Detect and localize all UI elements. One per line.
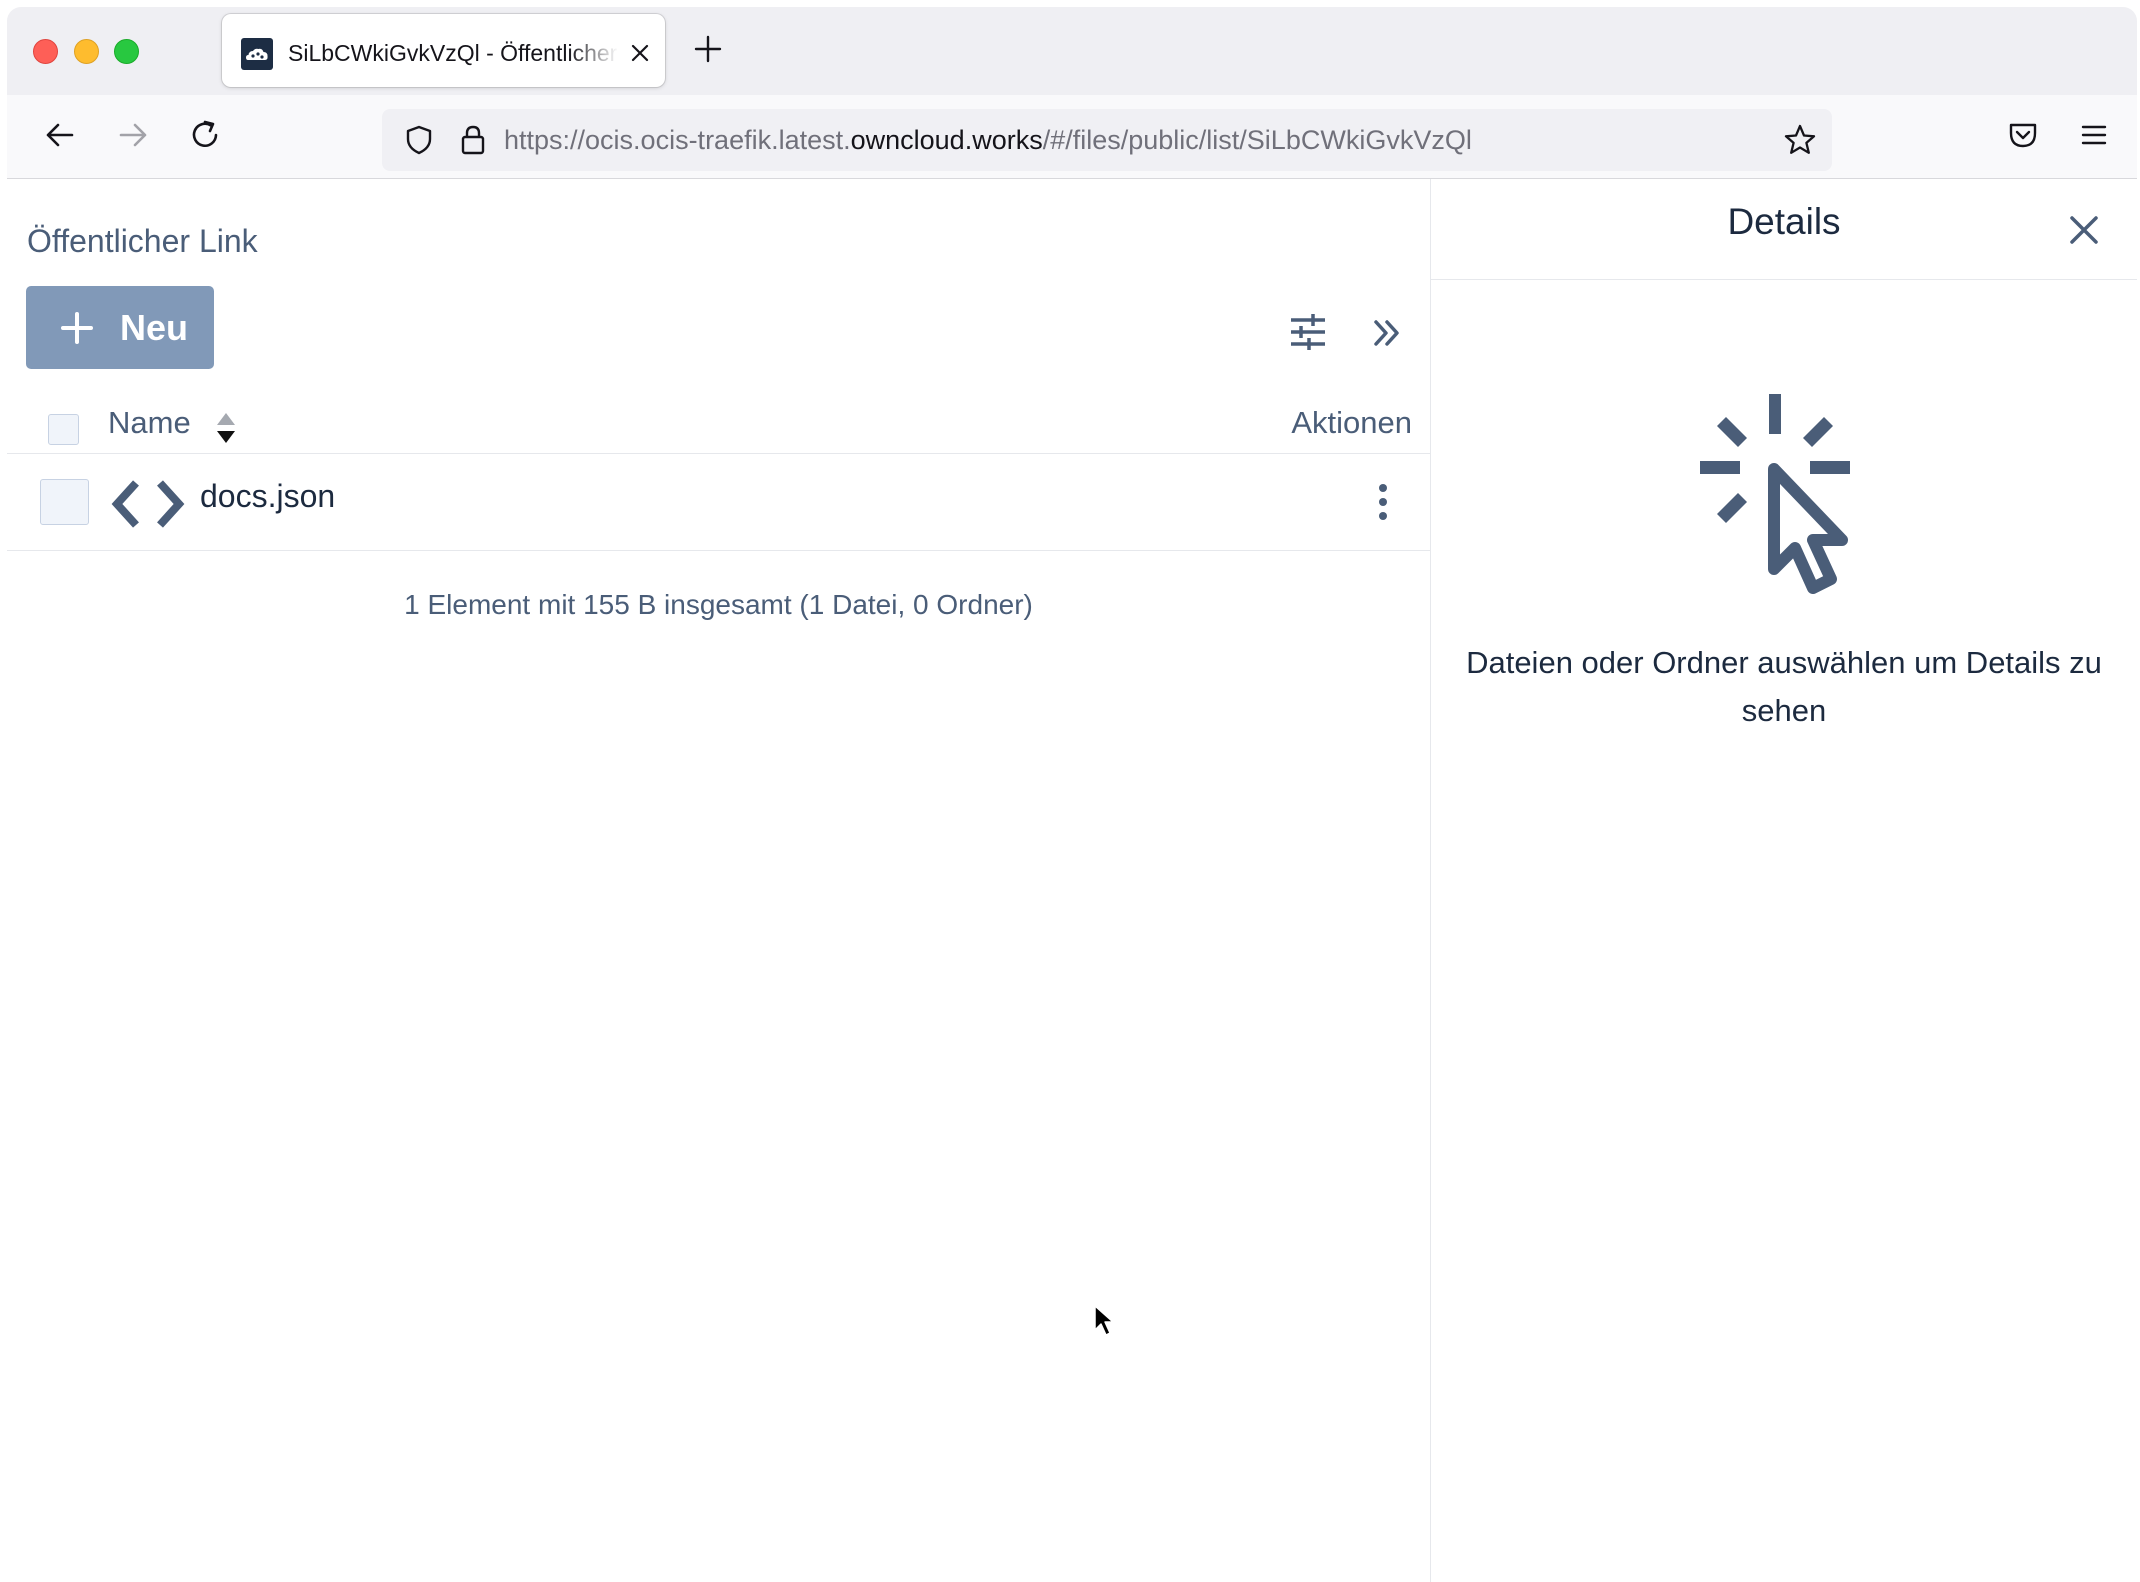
files-summary: 1 Element mit 155 B insgesamt (1 Datei, …: [404, 589, 1033, 620]
pocket-icon[interactable]: [2003, 115, 2043, 155]
new-tab-plus-icon[interactable]: [691, 32, 725, 66]
tab-strip: SiLbCWkiGvkVzQl - Öffentlicher Link - ow…: [7, 7, 2137, 95]
mouse-pointer-icon: [1094, 1305, 1114, 1336]
browser-window: SiLbCWkiGvkVzQl - Öffentlicher Link - ow…: [7, 7, 2137, 1582]
close-sidebar-icon[interactable]: [2067, 213, 2101, 247]
owncloud-favicon-icon: [241, 38, 273, 70]
cursor-click-icon: [1700, 394, 1850, 594]
table-row[interactable]: docs.json: [7, 454, 1430, 551]
shield-icon[interactable]: [402, 123, 436, 157]
sort-arrows-icon[interactable]: [214, 411, 238, 445]
back-arrow-icon[interactable]: [40, 115, 80, 155]
url-host: owncloud.works: [850, 125, 1043, 155]
new-button-label: Neu: [120, 307, 189, 348]
more-actions-kebab-icon[interactable]: [1371, 482, 1395, 522]
page-content: Öffentlicher Link Neu Name Aktionen docs…: [7, 179, 2137, 1582]
url-prefix: https://ocis.ocis-traefik.latest.: [504, 125, 851, 155]
code-icon: [111, 480, 185, 528]
browser-tab-active[interactable]: SiLbCWkiGvkVzQl - Öffentlicher Link - ow…: [222, 14, 665, 87]
sidebar-title: Details: [1727, 201, 1841, 242]
new-button[interactable]: Neu: [26, 286, 214, 369]
sidebar-empty-message: Dateien oder Ordner auswählen um Details…: [1466, 645, 2102, 728]
close-window-button[interactable]: [33, 39, 58, 64]
maximize-window-button[interactable]: [114, 39, 139, 64]
lock-icon[interactable]: [458, 123, 488, 157]
bookmark-star-icon[interactable]: [1782, 122, 1818, 158]
file-name[interactable]: docs.json: [200, 478, 335, 515]
view-options-sliders-icon[interactable]: [1288, 312, 1328, 352]
breadcrumb[interactable]: Öffentlicher Link: [27, 223, 258, 260]
select-all-checkbox[interactable]: [48, 414, 79, 445]
tab-close-icon[interactable]: [627, 40, 653, 66]
url-path: /#/files/public/list/SiLbCWkiGvkVzQl: [1042, 125, 1472, 155]
table-header: Name Aktionen: [7, 399, 1430, 454]
navigation-bar: https://ocis.ocis-traefik.latest.ownclou…: [7, 95, 2137, 179]
forward-arrow-icon[interactable]: [113, 115, 153, 155]
minimize-window-button[interactable]: [74, 39, 99, 64]
sidebar-header: Details: [1431, 179, 2137, 280]
hamburger-menu-icon[interactable]: [2074, 115, 2114, 155]
address-bar[interactable]: https://ocis.ocis-traefik.latest.ownclou…: [382, 109, 1832, 171]
plus-icon: [61, 312, 93, 344]
details-sidebar: Details Dateien oder Ordner auswählen um…: [1430, 179, 2137, 1582]
row-checkbox[interactable]: [40, 479, 89, 525]
double-chevron-right-icon[interactable]: [1371, 317, 1403, 349]
column-header-name[interactable]: Name: [108, 405, 191, 441]
tab-title: SiLbCWkiGvkVzQl - Öffentlicher Link - ow…: [288, 40, 618, 66]
reload-icon[interactable]: [185, 115, 225, 155]
column-header-actions: Aktionen: [1291, 405, 1412, 440]
files-main: Öffentlicher Link Neu Name Aktionen docs…: [7, 179, 1430, 1582]
url-text[interactable]: https://ocis.ocis-traefik.latest.ownclou…: [504, 109, 1472, 171]
